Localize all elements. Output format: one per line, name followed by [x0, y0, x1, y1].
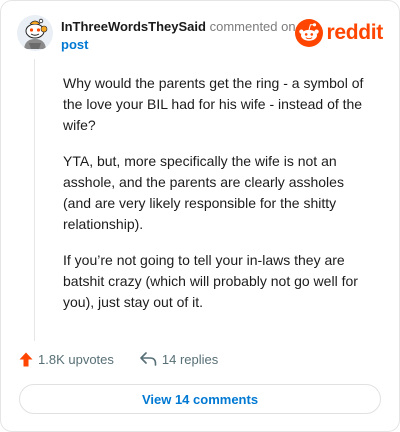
comment-actions: 1.8K upvotes 14 replies [19, 349, 218, 369]
avatar[interactable] [17, 15, 53, 51]
snoo-avatar-icon [17, 15, 53, 51]
thread-line[interactable] [34, 59, 35, 341]
upvote-count: 1.8K upvotes [38, 351, 114, 367]
commented-on-text: commented on [209, 19, 296, 34]
reply-arrow-icon [140, 352, 157, 366]
comment-body: Why would the parents get the ring - a s… [63, 73, 373, 328]
reddit-snoo-icon [295, 19, 324, 47]
author-line: InThreeWordsTheySaid commented on post [61, 18, 301, 54]
comment-card: InThreeWordsTheySaid commented on post r… [0, 0, 400, 432]
comment-paragraph: YTA, but, more specifically the wife is … [63, 153, 344, 232]
reddit-wordmark: reddit [326, 21, 383, 44]
comment-paragraph: Why would the parents get the ring - a s… [63, 75, 364, 133]
comment-paragraph: If you’re not going to tell your in-laws… [63, 252, 358, 310]
author-username[interactable]: InThreeWordsTheySaid [61, 19, 206, 34]
replies-button[interactable]: 14 replies [140, 352, 218, 367]
reddit-logo[interactable]: reddit [295, 15, 383, 51]
post-link[interactable]: post [61, 37, 88, 52]
reply-count: 14 replies [161, 351, 219, 367]
upvote-button[interactable]: 1.8K upvotes [19, 352, 114, 367]
upvote-arrow-icon [19, 352, 33, 366]
comment-header: InThreeWordsTheySaid commented on post r… [17, 15, 383, 55]
view-comments-button[interactable]: View 14 comments [19, 384, 381, 414]
